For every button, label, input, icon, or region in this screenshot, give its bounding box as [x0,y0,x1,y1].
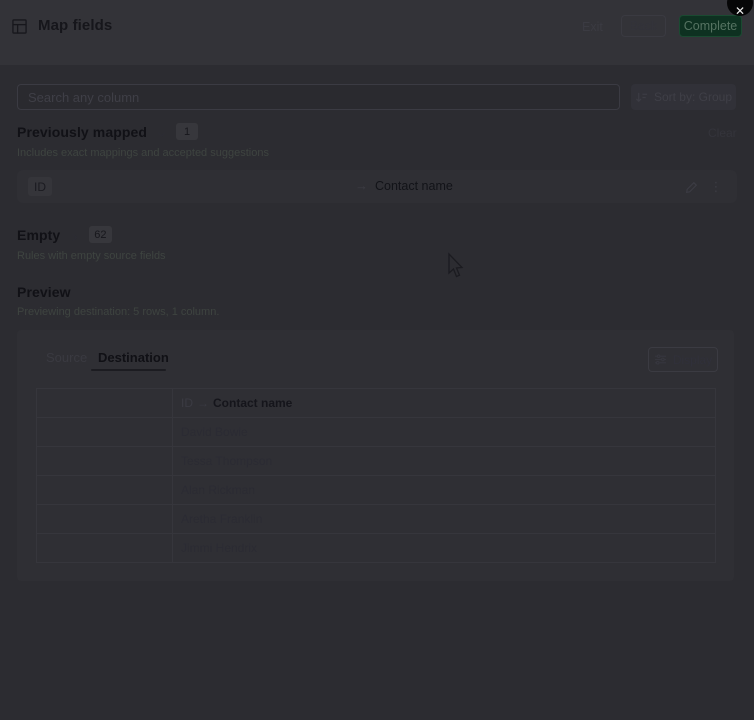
sort-icon [635,92,648,102]
preview-title: Preview [17,284,71,300]
contact-name-cell: Alan Rickman [181,483,256,497]
empty-section-title: Empty [17,226,61,243]
table-header-row: ID → Contact name [37,389,715,418]
preview-card: Source Destination Display ID → Contact … [17,330,734,581]
page-title: Map fields [38,17,113,34]
sort-by-label: Sort by: Group [653,90,733,104]
tab-source[interactable]: Source [44,350,89,365]
arrow-right-icon: → [355,178,368,193]
header-destination-label: Contact name [213,396,293,410]
row-number-cell [37,447,173,475]
table-row: Aretha Franklin [37,505,715,534]
contact-name-cell: David Bowie [181,425,248,439]
contact-name-cell: Aretha Franklin [181,512,263,526]
preview-subtitle: Previewing destination: 5 rows, 1 column… [17,306,220,318]
header-arrow-icon: → [197,396,209,410]
map-fields-screen: Map fields Exit Back Complete ✕ Sort by:… [0,0,754,720]
exit-button[interactable]: Exit [576,16,609,37]
table-row: Jimmi Hendrix [37,534,715,563]
app-bar: Map fields Exit Back Complete [0,0,754,65]
kebab-menu-icon[interactable]: ⋮ [705,176,727,198]
previously-mapped-header[interactable]: Previously mapped 1 [17,123,199,140]
previously-mapped-title: Previously mapped [17,123,148,140]
mapping-source-field: ID [28,177,52,196]
sliders-icon [654,354,666,365]
previously-mapped-subtitle: Includes exact mappings and accepted sug… [17,147,269,159]
sort-by-button[interactable]: Sort by: Group [631,84,736,110]
contact-name-cell: Tessa Thompson [181,454,273,468]
edit-mapping-button[interactable] [680,176,702,198]
table-icon [12,19,27,34]
header-source-label: ID [181,396,193,410]
preview-table: ID → Contact name David Bowie Tessa Thom… [36,388,716,563]
previously-mapped-count-badge: 1 [176,123,199,140]
clear-button[interactable]: Clear [708,126,737,140]
display-label: Display [672,352,713,367]
mouse-cursor [448,252,464,278]
pencil-icon [685,181,697,193]
empty-section-header[interactable]: Empty 62 [17,226,112,243]
mapping-destination-field: Contact name [375,179,453,193]
row-number-cell [37,418,173,446]
display-button[interactable]: Display [648,347,718,372]
column-header-cell: ID → Contact name [173,389,715,417]
back-button[interactable]: Back [621,15,666,37]
preview-heading: Preview [17,284,71,300]
contact-name-cell: Jimmi Hendrix [181,541,258,555]
complete-button[interactable]: Complete [679,15,742,37]
chevron-right-icon [69,230,80,241]
table-row: Tessa Thompson [37,447,715,476]
table-row: Alan Rickman [37,476,715,505]
search-input[interactable] [17,84,620,110]
mapping-row: ID → Contact name ⋮ [17,170,737,203]
table-row: David Bowie [37,418,715,447]
tab-destination[interactable]: Destination [96,350,171,365]
row-number-cell [37,534,173,562]
row-number-cell [37,476,173,504]
chevron-down-icon [156,127,167,138]
row-number-cell [37,505,173,533]
empty-section-count-badge: 62 [89,226,112,243]
row-number-header-cell [37,389,173,417]
active-tab-underline [91,369,166,371]
empty-section-subtitle: Rules with empty source fields [17,250,166,262]
